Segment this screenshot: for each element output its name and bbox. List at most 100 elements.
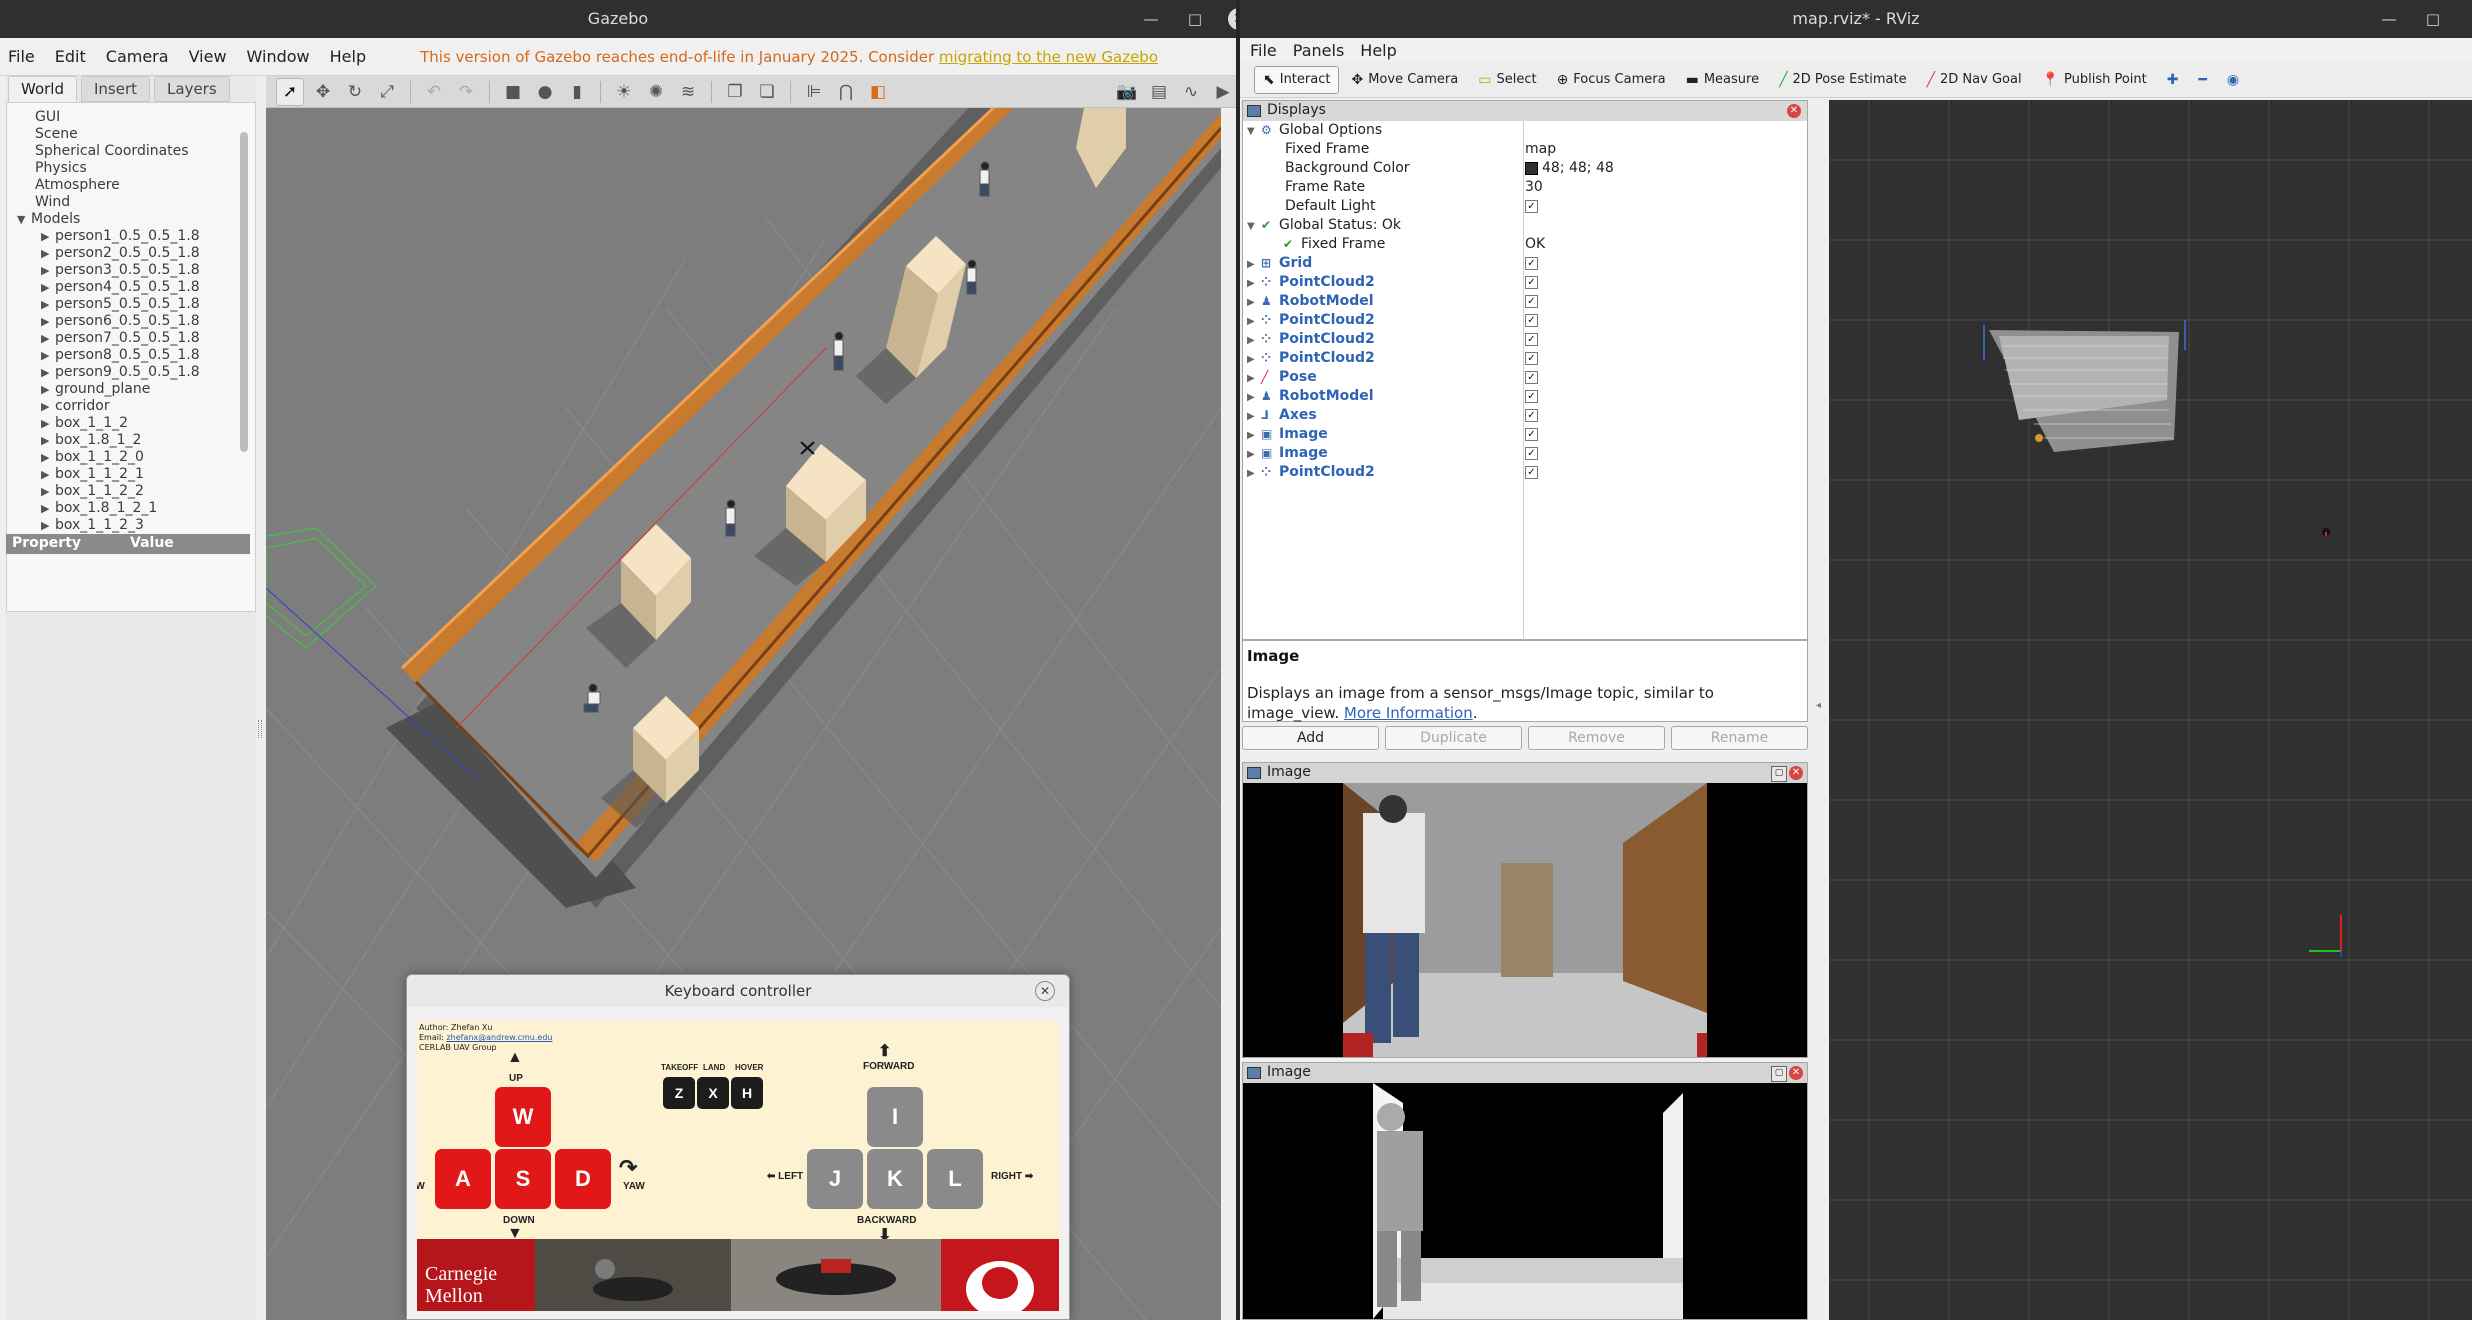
duplicate-button[interactable]: Duplicate: [1385, 726, 1522, 750]
model-item[interactable]: ▶ ground_plane: [41, 381, 150, 397]
change-view-icon[interactable]: ◧: [865, 79, 891, 105]
chevron-right-icon[interactable]: ▶: [41, 451, 55, 464]
translate-icon[interactable]: ✥: [310, 79, 336, 105]
tree-item-atmosphere[interactable]: Atmosphere: [35, 177, 120, 193]
close-icon[interactable]: ✕: [1789, 766, 1803, 780]
chevron-right-icon[interactable]: ▶: [1247, 350, 1261, 369]
display-checkbox-cell[interactable]: ✓: [1525, 387, 1538, 406]
model-item[interactable]: ▶ box_1_1_2_1: [41, 466, 144, 482]
menu-camera[interactable]: Camera: [98, 47, 181, 66]
chevron-right-icon[interactable]: ▶: [41, 281, 55, 294]
option-fixed-frame-value[interactable]: map: [1525, 140, 1556, 159]
chevron-right-icon[interactable]: ▶: [41, 264, 55, 277]
chevron-right-icon[interactable]: ▶: [41, 315, 55, 328]
model-item[interactable]: ▶ person9_0.5_0.5_1.8: [41, 364, 200, 380]
display-checkbox[interactable]: ✓: [1525, 332, 1538, 346]
panel-splitter[interactable]: [258, 720, 262, 738]
remove-button[interactable]: Remove: [1528, 726, 1665, 750]
display-checkbox-cell[interactable]: ✓: [1525, 444, 1538, 463]
paste-icon[interactable]: ❏: [754, 79, 780, 105]
measure-tool[interactable]: ▬ Measure: [1678, 67, 1767, 93]
display-item[interactable]: ▶ ⁘ PointCloud2: [1247, 311, 1375, 330]
maximize-icon[interactable]: □: [1184, 10, 1206, 28]
model-item[interactable]: ▶ box_1_1_2_0: [41, 449, 144, 465]
model-item[interactable]: ▶ box_1_1_2: [41, 415, 128, 431]
chevron-right-icon[interactable]: ▶: [41, 468, 55, 481]
display-checkbox-cell[interactable]: ✓: [1525, 311, 1538, 330]
panel-splitter[interactable]: ◂: [1816, 700, 1822, 712]
chevron-right-icon[interactable]: ▶: [1247, 388, 1261, 407]
model-item[interactable]: ▶ corridor: [41, 398, 110, 414]
spot-light-icon[interactable]: ✺: [643, 79, 669, 105]
view-options-button[interactable]: ◉: [2219, 67, 2247, 93]
chevron-right-icon[interactable]: ▶: [41, 434, 55, 447]
display-checkbox-cell[interactable]: ✓: [1525, 349, 1538, 368]
chevron-right-icon[interactable]: ▶: [1247, 369, 1261, 388]
display-checkbox[interactable]: ✓: [1525, 465, 1538, 479]
close-icon[interactable]: ✕: [1787, 104, 1801, 118]
chevron-right-icon[interactable]: ▶: [1247, 255, 1261, 274]
tree-item-wind[interactable]: Wind: [35, 194, 70, 210]
model-item[interactable]: ▶ person3_0.5_0.5_1.8: [41, 262, 200, 278]
status-fixed-frame-row[interactable]: ✔ Fixed Frame: [1283, 235, 1385, 254]
tree-scrollbar[interactable]: [240, 132, 248, 452]
display-checkbox[interactable]: ✓: [1525, 313, 1538, 327]
model-item[interactable]: ▶ person5_0.5_0.5_1.8: [41, 296, 200, 312]
minimize-icon[interactable]: —: [1140, 10, 1162, 28]
model-item[interactable]: ▶ person4_0.5_0.5_1.8: [41, 279, 200, 295]
chevron-right-icon[interactable]: ▶: [1247, 274, 1261, 293]
menu-edit[interactable]: Edit: [47, 47, 98, 66]
chevron-right-icon[interactable]: ▶: [1247, 426, 1261, 445]
float-icon[interactable]: ▢: [1771, 766, 1787, 782]
display-item[interactable]: ▶ ⁘ PointCloud2: [1247, 349, 1375, 368]
option-default-light-value[interactable]: ✓: [1525, 197, 1538, 216]
chevron-right-icon[interactable]: ▶: [1247, 293, 1261, 312]
model-item[interactable]: ▶ box_1.8_1_2: [41, 432, 141, 448]
chevron-right-icon[interactable]: ▶: [41, 485, 55, 498]
tree-item-spherical[interactable]: Spherical Coordinates: [35, 143, 189, 159]
chevron-right-icon[interactable]: ▶: [41, 230, 55, 243]
model-item[interactable]: ▶ person6_0.5_0.5_1.8: [41, 313, 200, 329]
display-checkbox-cell[interactable]: ✓: [1525, 292, 1538, 311]
focus-camera-tool[interactable]: ⊕ Focus Camera: [1549, 67, 1674, 93]
model-item[interactable]: ▶ person2_0.5_0.5_1.8: [41, 245, 200, 261]
chevron-right-icon[interactable]: ▶: [1247, 312, 1261, 331]
float-icon[interactable]: ▢: [1771, 1066, 1787, 1082]
display-item[interactable]: ▶ ⁘ PointCloud2: [1247, 330, 1375, 349]
tree-item-scene[interactable]: Scene: [35, 126, 78, 142]
sphere-shape-icon[interactable]: ●: [532, 79, 558, 105]
chevron-right-icon[interactable]: ▶: [1247, 331, 1261, 350]
point-light-icon[interactable]: ☀: [611, 79, 637, 105]
menu-view[interactable]: View: [181, 47, 239, 66]
pose-estimate-tool[interactable]: ╱ 2D Pose Estimate: [1771, 67, 1915, 93]
menu-file[interactable]: File: [1240, 41, 1283, 60]
tree-item-models[interactable]: ▼ Models: [17, 211, 80, 227]
option-default-light[interactable]: Default Light: [1285, 197, 1376, 216]
add-tool-button[interactable]: ✚: [2159, 67, 2187, 93]
option-frame-rate[interactable]: Frame Rate: [1285, 178, 1365, 197]
tab-insert[interactable]: Insert: [81, 76, 151, 102]
model-item[interactable]: ▶ box_1_1_2_3: [41, 517, 144, 533]
tab-layers[interactable]: Layers: [154, 76, 230, 102]
chevron-right-icon[interactable]: ▶: [41, 349, 55, 362]
chevron-right-icon[interactable]: ▶: [41, 247, 55, 260]
remove-tool-button[interactable]: ━: [2190, 67, 2214, 93]
option-fixed-frame[interactable]: Fixed Frame: [1285, 140, 1369, 159]
option-frame-rate-value[interactable]: 30: [1525, 178, 1543, 197]
display-checkbox[interactable]: ✓: [1525, 427, 1538, 441]
option-background-color[interactable]: Background Color: [1285, 159, 1410, 178]
display-checkbox-cell[interactable]: ✓: [1525, 254, 1538, 273]
rviz-3d-viewport[interactable]: [1829, 100, 2472, 1320]
menu-help[interactable]: Help: [1350, 41, 1402, 60]
log-icon[interactable]: ▤: [1146, 79, 1172, 105]
box-shape-icon[interactable]: ■: [500, 79, 526, 105]
display-item[interactable]: ▶ ♟ RobotModel: [1247, 387, 1374, 406]
copy-icon[interactable]: ❐: [722, 79, 748, 105]
default-light-checkbox[interactable]: ✓: [1525, 199, 1538, 213]
display-checkbox[interactable]: ✓: [1525, 256, 1538, 270]
model-item[interactable]: ▶ box_1_1_2_2: [41, 483, 144, 499]
display-item[interactable]: ▶ ▣ Image: [1247, 444, 1328, 463]
menu-panels[interactable]: Panels: [1283, 41, 1351, 60]
display-item[interactable]: ▶ ⅃ Axes: [1247, 406, 1317, 425]
display-checkbox-cell[interactable]: ✓: [1525, 273, 1538, 292]
